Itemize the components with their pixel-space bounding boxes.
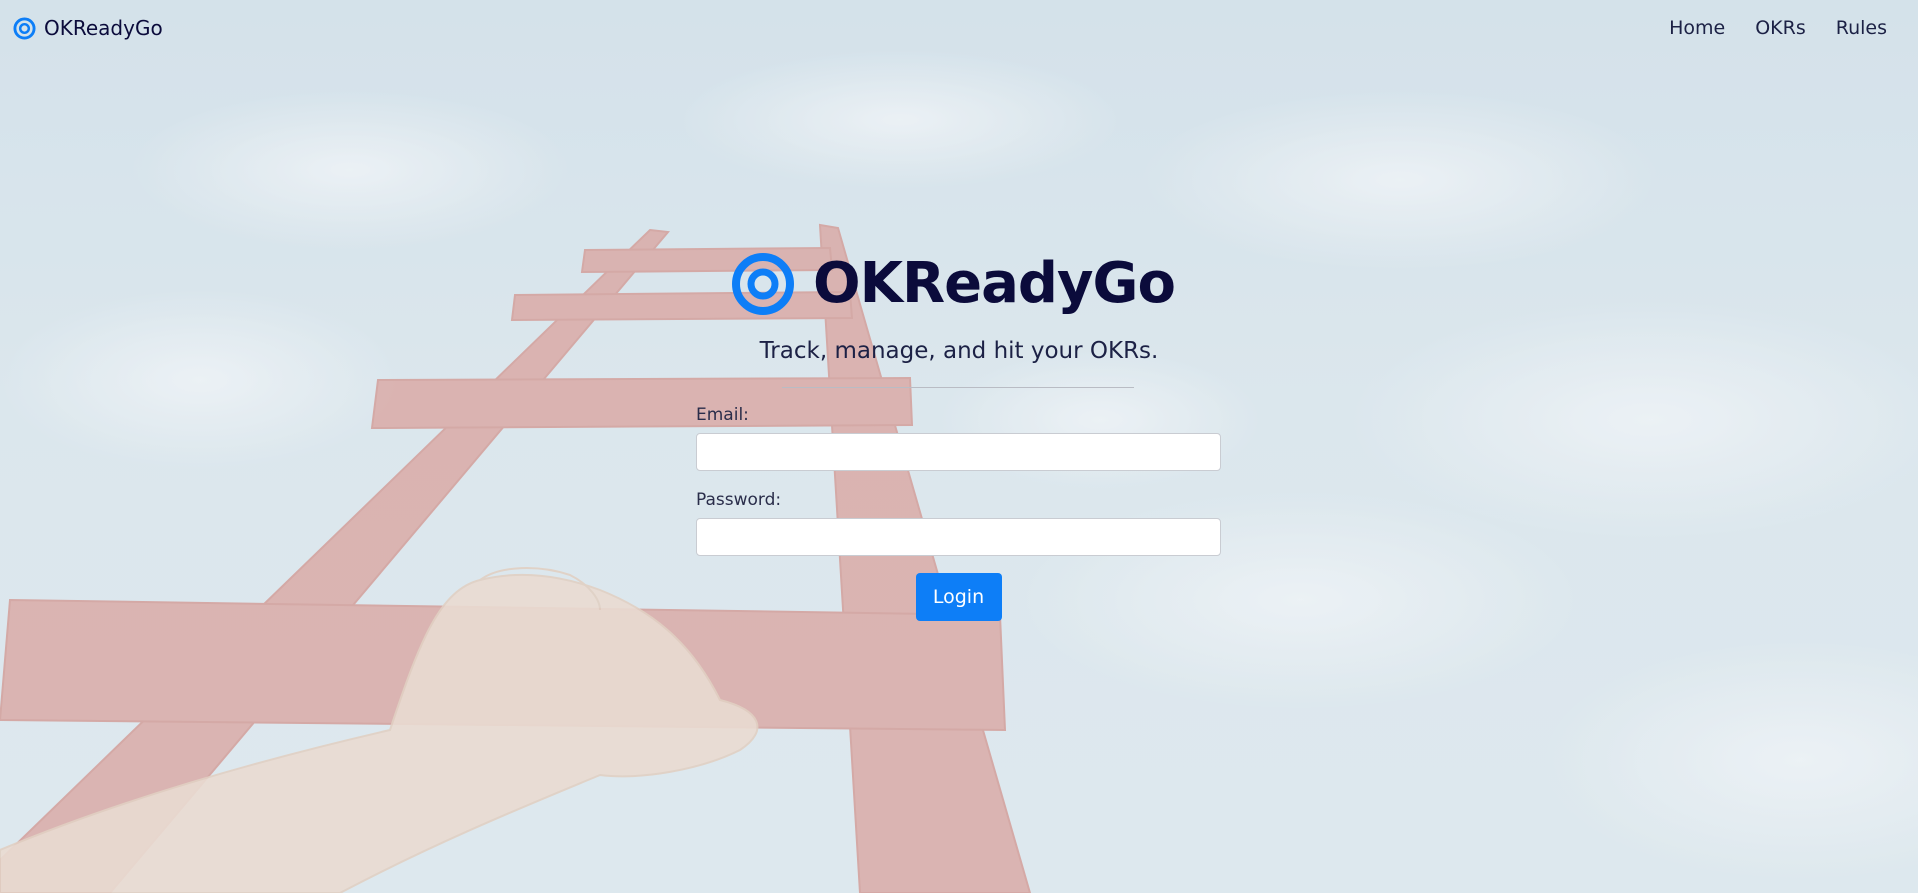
brand-name: OKReadyGo [44,16,163,40]
tagline: Track, manage, and hit your OKRs. [759,338,1159,364]
nav-links: Home OKRs Rules [1669,17,1887,39]
email-field-group: Email: [696,405,1221,471]
divider [782,387,1134,388]
target-icon [13,16,36,40]
nav-link-home[interactable]: Home [1669,17,1725,39]
target-icon [732,253,794,315]
nav-link-okrs[interactable]: OKRs [1755,17,1806,39]
password-field-group: Password: [696,490,1221,556]
top-navbar: OKReadyGo Home OKRs Rules [0,0,1918,60]
nav-link-rules[interactable]: Rules [1836,17,1887,39]
login-button[interactable]: Login [915,573,1002,621]
login-button-wrap: Login [696,573,1221,621]
password-label: Password: [696,490,782,510]
hero-title-row: OKReadyGo [731,251,1176,316]
login-page: OKReadyGo Home OKRs Rules OKReadyGo Trac… [0,0,1918,893]
email-field[interactable] [696,433,1221,471]
login-form: Email: Password: Login [696,405,1221,621]
brand-link[interactable]: OKReadyGo [13,16,163,40]
email-label: Email: [696,405,749,425]
page-title: OKReadyGo [813,251,1176,316]
password-field[interactable] [696,518,1221,556]
